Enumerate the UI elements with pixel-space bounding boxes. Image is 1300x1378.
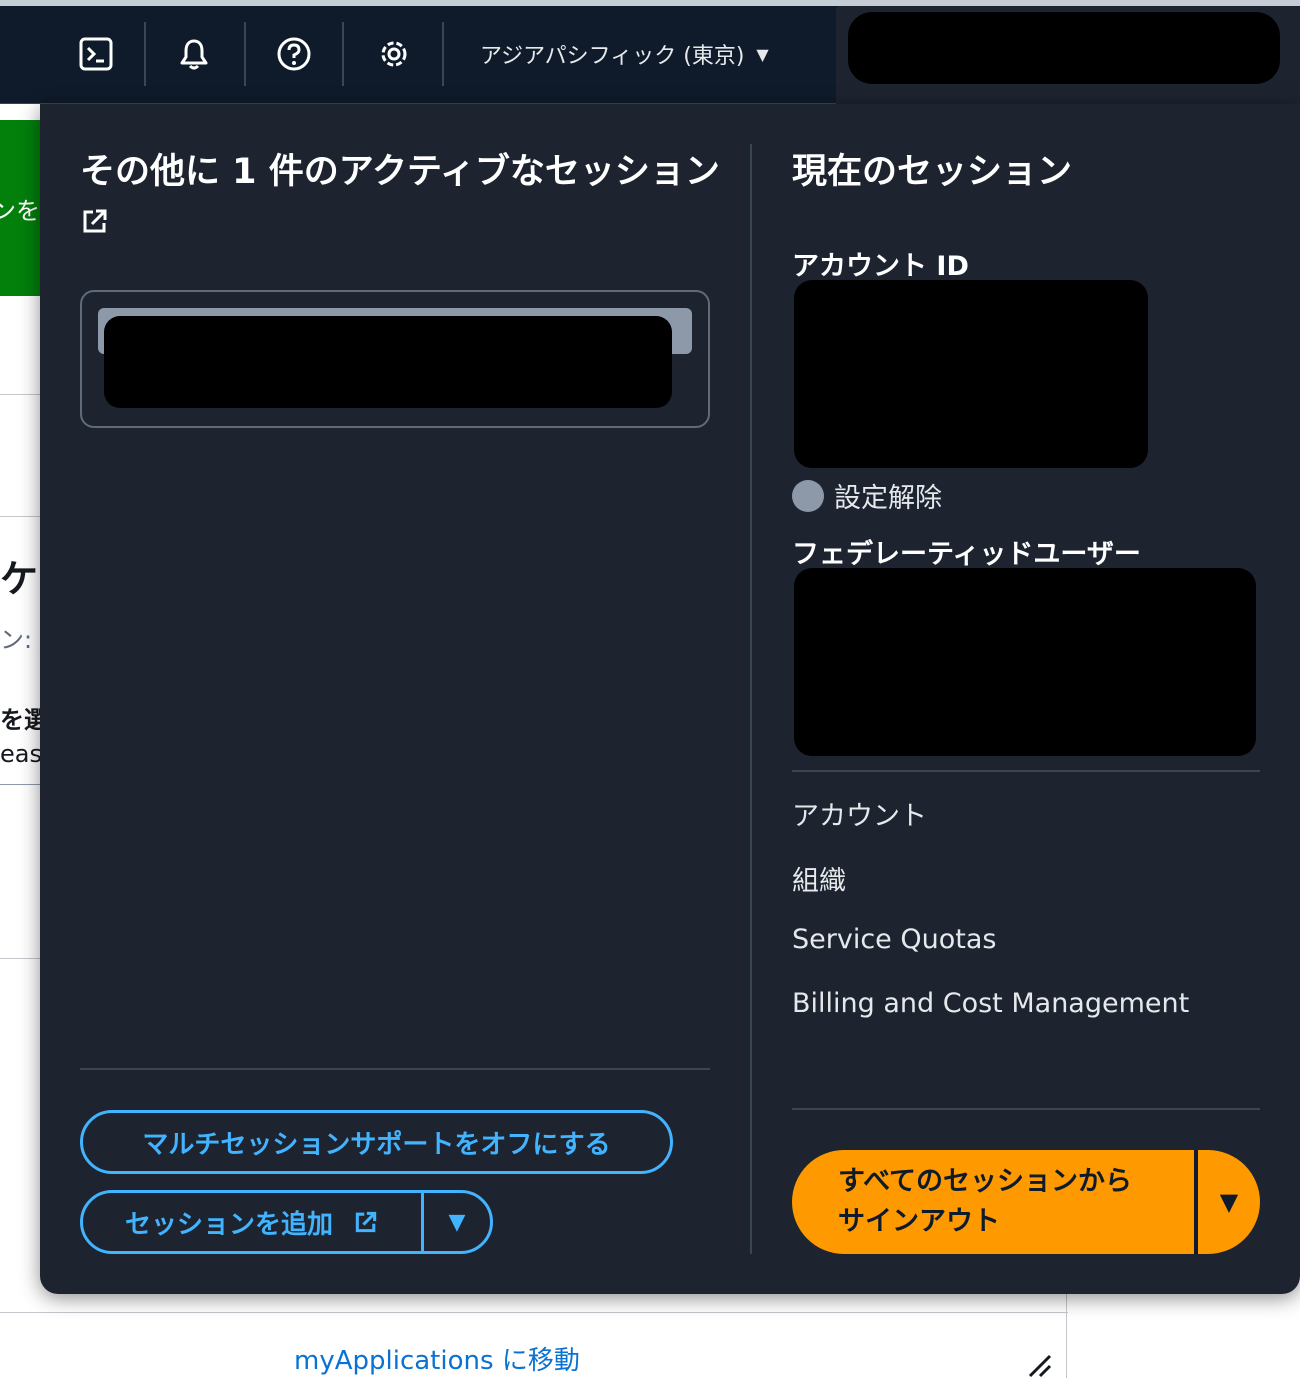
organization-link[interactable]: 組織: [792, 859, 846, 898]
account-id-label: アカウント ID: [792, 251, 969, 282]
redacted-session-info: [104, 316, 672, 408]
nav-separator: [244, 22, 246, 86]
background-primary-button[interactable]: ンを: [0, 120, 40, 296]
service-quotas-link[interactable]: Service Quotas: [792, 924, 996, 955]
signout-all-sessions-button[interactable]: すべてのセッションから サインアウト: [792, 1150, 1198, 1254]
background-divider: [0, 784, 40, 785]
background-field-value: east: [0, 740, 40, 768]
billing-link[interactable]: Billing and Cost Management: [792, 988, 1189, 1019]
current-session-title: 現在のセッション: [792, 152, 1073, 192]
other-sessions-title: その他に 1 件のアクティブなセッション: [80, 152, 720, 192]
other-sessions-heading: その他に 1 件のアクティブなセッション: [80, 148, 740, 236]
nav-separator: [342, 22, 344, 86]
account-link[interactable]: アカウント: [792, 794, 927, 833]
right-column-divider: [792, 770, 1260, 772]
notifications-button[interactable]: [164, 24, 224, 84]
signout-all-button-group: すべてのセッションから サインアウト ▼: [792, 1150, 1260, 1254]
signout-label-line1: すべてのセッションから: [838, 1166, 1133, 1197]
caret-down-icon: ▼: [448, 1209, 466, 1235]
add-session-label: セッションを追加: [124, 1209, 333, 1240]
background-field-label: を選: [0, 706, 40, 734]
turn-off-multisession-label: マルチセッションサポートをオフにする: [142, 1129, 611, 1160]
status-indicator: 設定解除: [792, 476, 942, 515]
caret-down-icon: ▼: [756, 44, 769, 64]
signout-dropdown-button[interactable]: ▼: [1198, 1150, 1260, 1254]
myapplications-link-text[interactable]: myApplications: [294, 1346, 494, 1376]
right-column-divider: [792, 1108, 1260, 1110]
region-selector[interactable]: アジアパシフィック (東京) ▼: [480, 36, 769, 72]
help-icon: [277, 37, 311, 71]
turn-off-multisession-button[interactable]: マルチセッションサポートをオフにする: [80, 1110, 673, 1174]
left-column-divider: [80, 1068, 710, 1070]
help-button[interactable]: [264, 24, 324, 84]
add-session-dropdown-button[interactable]: ▼: [424, 1193, 490, 1251]
status-text: 設定解除: [834, 483, 942, 514]
terminal-icon: [79, 37, 113, 71]
external-link-icon: [355, 1211, 377, 1233]
signout-label-line2: サインアウト: [838, 1206, 1000, 1237]
status-dot-icon: [792, 479, 824, 512]
add-session-button[interactable]: セッションを追加: [83, 1193, 424, 1251]
myapplications-link-suffix: に移動: [501, 1346, 580, 1376]
region-label: アジアパシフィック (東京): [480, 44, 745, 69]
cloudshell-button[interactable]: [66, 24, 126, 84]
account-sessions-panel: その他に 1 件のアクティブなセッション マルチセッションサポートをオフにする …: [40, 104, 1300, 1294]
redacted-account-id: [794, 280, 1148, 468]
panel-divider: [750, 144, 752, 1254]
caret-down-icon: ▼: [1219, 1188, 1239, 1216]
redacted-federated-user: [794, 568, 1256, 756]
external-link-icon[interactable]: [80, 206, 110, 236]
nav-separator: [442, 22, 444, 86]
background-divider: [0, 958, 40, 959]
federated-user-label: フェデレーティッドユーザー: [792, 539, 1141, 570]
myapplications-link[interactable]: myApplications に移動: [294, 1340, 580, 1377]
bell-icon: [180, 39, 208, 70]
other-session-card[interactable]: [80, 290, 710, 428]
background-footer-vertical-divider: [1066, 1294, 1067, 1378]
top-navigation-bar: アジアパシフィック (東京) ▼: [0, 0, 1300, 104]
background-footer-divider: [0, 1312, 1068, 1313]
background-heading: ケ: [0, 557, 39, 601]
redacted-account-name: [848, 12, 1280, 84]
add-session-button-group: セッションを追加 ▼: [80, 1190, 493, 1254]
gear-icon: [381, 41, 407, 67]
background-subtext: ン: /: [0, 626, 40, 654]
background-divider: [0, 394, 40, 395]
background-divider: [0, 516, 40, 517]
resize-grip-icon[interactable]: [1026, 1352, 1052, 1378]
nav-separator: [144, 22, 146, 86]
settings-button[interactable]: [364, 24, 424, 84]
